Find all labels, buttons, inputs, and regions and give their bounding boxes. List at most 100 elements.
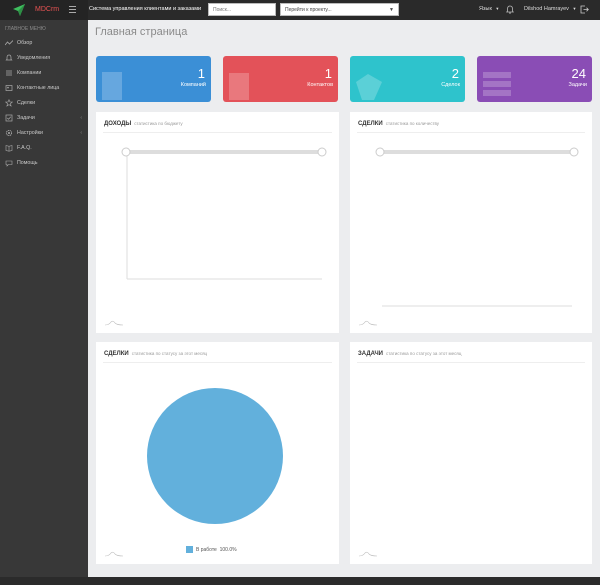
deals-status-pie-chart bbox=[147, 388, 283, 524]
sidebar-item-label: Обзор bbox=[17, 40, 33, 46]
range-handle-left[interactable] bbox=[121, 147, 131, 157]
sidebar-item-deals[interactable]: Сделки bbox=[0, 96, 88, 111]
search-input[interactable] bbox=[208, 3, 276, 16]
sidebar-item-label: Задачи bbox=[17, 115, 35, 121]
panel-title-text: ДОХОДЫ bbox=[104, 121, 132, 127]
sparkline-icon bbox=[105, 320, 123, 326]
stat-label: Компаний bbox=[180, 82, 206, 88]
panel-subtitle: статистика по статусу за этот месяц bbox=[386, 351, 462, 356]
sidebar-item-companies[interactable]: Компании bbox=[0, 66, 88, 81]
stat-card-companies[interactable]: 1 Компаний bbox=[96, 56, 211, 102]
sidebar-item-overview[interactable]: Обзор bbox=[0, 36, 88, 51]
sidebar-item-label: Компании bbox=[17, 70, 42, 76]
bell-icon bbox=[5, 54, 13, 61]
logout-icon[interactable] bbox=[580, 5, 589, 14]
legend-label: В работе bbox=[196, 546, 217, 553]
stat-card-deals[interactable]: 2 Сделок bbox=[350, 56, 465, 102]
sidebar-item-help[interactable]: Помощь bbox=[0, 156, 88, 171]
legend-percent: 100.0% bbox=[219, 546, 237, 553]
divider bbox=[357, 132, 585, 133]
panel-title: ДОХОДЫ статистика по бюджету bbox=[104, 121, 183, 127]
sparkline-icon bbox=[359, 551, 377, 557]
caret-down-icon: ▼ bbox=[389, 7, 394, 13]
stat-value: 1 bbox=[324, 66, 332, 81]
sidebar-item-settings[interactable]: Настройки ‹ bbox=[0, 126, 88, 141]
contacts-icon bbox=[5, 85, 13, 91]
chevron-down-icon: ▼ bbox=[572, 6, 577, 11]
sparkline-icon bbox=[359, 320, 377, 326]
range-handle-left[interactable] bbox=[375, 147, 385, 157]
stat-card-tasks[interactable]: 24 Задачи bbox=[477, 56, 592, 102]
sidebar-item-notifications[interactable]: Уведомления bbox=[0, 51, 88, 66]
legend-swatch bbox=[186, 546, 193, 553]
building-icon bbox=[102, 72, 122, 100]
divider bbox=[103, 132, 332, 133]
pie-legend: В работе 100.0% bbox=[186, 546, 237, 553]
star-icon bbox=[5, 99, 13, 107]
list-icon bbox=[6, 70, 12, 76]
panel-subtitle: статистика по статусу за этот месяц bbox=[131, 351, 208, 356]
chevron-left-icon: ‹ bbox=[80, 130, 82, 136]
language-label: Язык bbox=[479, 6, 492, 12]
paper-plane-icon bbox=[13, 4, 25, 16]
stat-value: 1 bbox=[197, 66, 205, 81]
stat-label: Задачи bbox=[568, 82, 587, 88]
menu-toggle-icon[interactable] bbox=[69, 6, 76, 15]
chevron-left-icon: ‹ bbox=[80, 115, 82, 121]
divider bbox=[357, 362, 585, 363]
panel-title: ЗАДАЧИ статистика по статусу за этот меся… bbox=[358, 351, 461, 357]
sidebar-item-contacts[interactable]: Контактные лица bbox=[0, 81, 88, 96]
stat-value: 24 bbox=[571, 66, 586, 81]
footer-bar bbox=[0, 577, 600, 585]
project-select-value: Перейти к проекту... bbox=[285, 7, 332, 13]
panel-subtitle: статистика по бюджету bbox=[134, 121, 183, 126]
book-icon bbox=[5, 145, 13, 152]
tasks-status-panel: ЗАДАЧИ статистика по статусу за этот меся… bbox=[350, 342, 592, 564]
top-bar: MDCrm Система управления клиентами и зак… bbox=[0, 0, 600, 20]
panel-subtitle: статистика по количеству bbox=[385, 121, 440, 126]
tasks-list-icon bbox=[483, 72, 511, 96]
sidebar-heading: ГЛАВНОЕ МЕНЮ bbox=[5, 26, 46, 32]
sidebar-item-label: Настройки bbox=[17, 130, 43, 136]
notifications-bell-icon[interactable] bbox=[506, 5, 514, 14]
chart-line-icon bbox=[5, 40, 13, 46]
income-chart-slider bbox=[121, 147, 327, 280]
gear-icon bbox=[5, 129, 13, 137]
logo[interactable]: MDCrm bbox=[0, 0, 88, 20]
tasks-icon bbox=[5, 114, 13, 122]
sidebar-item-label: Помощь bbox=[17, 160, 38, 166]
project-select[interactable]: Перейти к проекту... ▼ bbox=[280, 3, 399, 16]
range-handle-right[interactable] bbox=[569, 147, 579, 157]
sidebar: ГЛАВНОЕ МЕНЮ Обзор Уведомления Компании … bbox=[0, 20, 88, 577]
panel-title: СДЕЛКИ статистика по статусу за этот меся… bbox=[104, 351, 207, 357]
panel-title: СДЕЛКИ статистика по количеству bbox=[358, 121, 439, 127]
chevron-down-icon: ▼ bbox=[495, 6, 500, 11]
stat-value: 2 bbox=[451, 66, 459, 81]
user-menu[interactable]: Dilshod Hamrayev ▼ bbox=[524, 6, 576, 12]
sidebar-item-label: Сделки bbox=[17, 100, 36, 106]
panel-title-text: ЗАДАЧИ bbox=[358, 351, 383, 357]
sidebar-item-label: F.A.Q. bbox=[17, 145, 32, 151]
deals-count-panel: СДЕЛКИ статистика по количеству bbox=[350, 112, 592, 333]
system-title: Система управления клиентами и заказами bbox=[89, 6, 202, 12]
address-book-icon bbox=[229, 73, 249, 100]
stat-card-contacts[interactable]: 1 Контактов bbox=[223, 56, 338, 102]
pie-slice[interactable] bbox=[147, 388, 283, 524]
handshake-icon bbox=[356, 74, 382, 100]
help-icon bbox=[5, 160, 13, 167]
range-handle-right[interactable] bbox=[317, 147, 327, 157]
deals-chart-slider bbox=[375, 147, 579, 307]
language-menu[interactable]: Язык ▼ bbox=[479, 6, 499, 12]
sidebar-item-faq[interactable]: F.A.Q. bbox=[0, 141, 88, 156]
divider bbox=[103, 362, 332, 363]
income-panel: ДОХОДЫ статистика по бюджету bbox=[96, 112, 339, 333]
sidebar-item-label: Уведомления bbox=[17, 55, 51, 61]
panel-title-text: СДЕЛКИ bbox=[104, 351, 129, 357]
sparkline-icon bbox=[105, 551, 123, 557]
stat-label: Сделок bbox=[441, 82, 460, 88]
deals-status-panel: СДЕЛКИ статистика по статусу за этот меся… bbox=[96, 342, 339, 564]
sidebar-item-tasks[interactable]: Задачи ‹ bbox=[0, 111, 88, 126]
user-name: Dilshod Hamrayev bbox=[524, 6, 569, 12]
page-title: Главная страница bbox=[95, 26, 188, 38]
brand-name: MDCrm bbox=[35, 6, 60, 13]
